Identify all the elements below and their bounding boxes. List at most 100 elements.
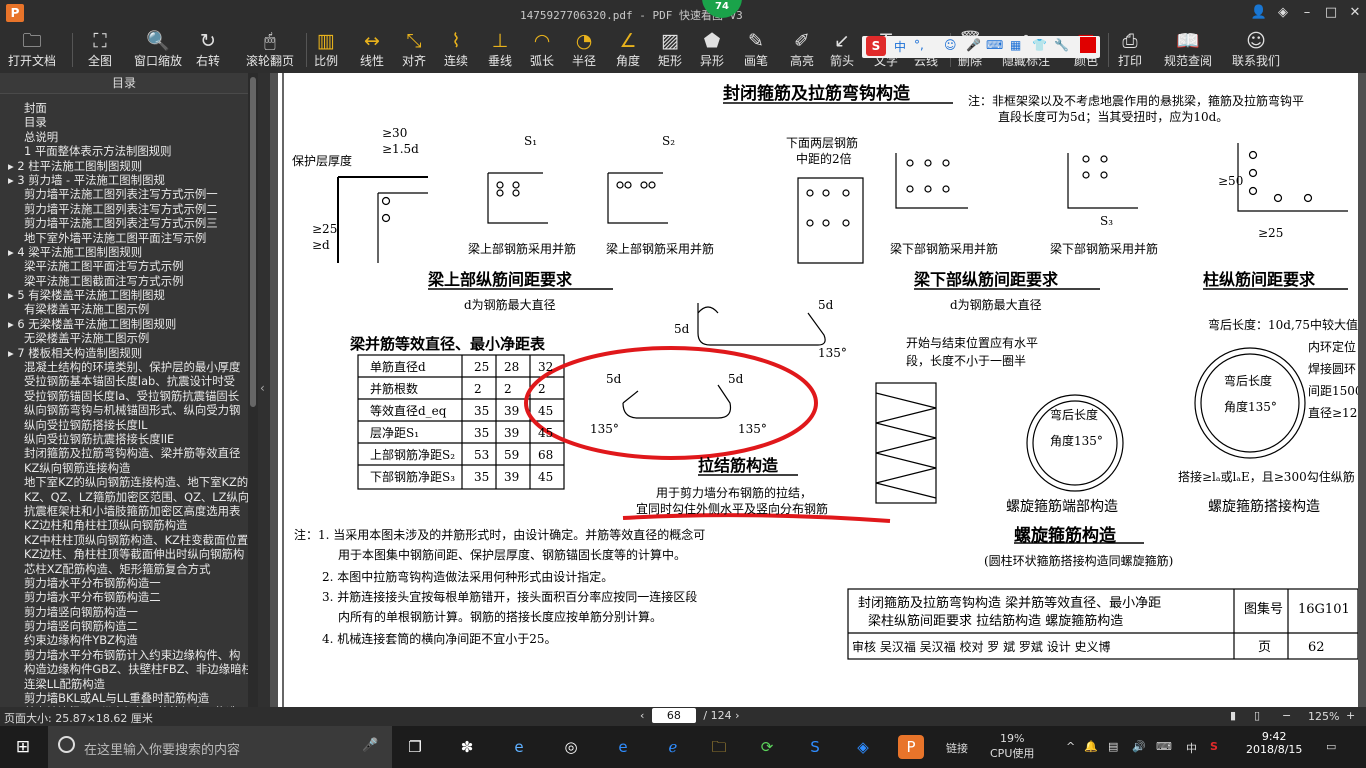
- ie-app-icon[interactable]: ℯ: [660, 735, 686, 759]
- toc-item[interactable]: 剪力墙竖向钢筋构造二: [0, 619, 248, 633]
- next-page-icon[interactable]: ›: [735, 709, 739, 722]
- document-viewport[interactable]: 封闭箍筋及拉筋弯钩构造 注：非框架梁以及不考虑地震作用的悬挑梁，箍筋及拉筋弯钩平…: [270, 73, 1366, 707]
- close-icon[interactable]: ✕: [1346, 4, 1364, 22]
- chevron-left-icon[interactable]: ‹: [260, 381, 265, 395]
- toolbar-button-arc-length[interactable]: ◠ 弧长: [530, 29, 554, 71]
- toc-item[interactable]: 抗震框架柱和小墙肢箍筋加密区高度选用表: [0, 504, 248, 518]
- edge-browser-icon[interactable]: e: [610, 735, 636, 759]
- skin-shirt-icon[interactable]: 👕: [1032, 38, 1047, 52]
- sogou-browser-icon[interactable]: S: [802, 735, 828, 759]
- current-page-input[interactable]: 68: [651, 708, 696, 723]
- toolbar-button-angle[interactable]: ∠ 角度: [616, 29, 640, 71]
- toc-item[interactable]: 约束边缘构件YBZ构造: [0, 633, 248, 647]
- skin-icon[interactable]: ◈: [1274, 4, 1292, 22]
- toolbar-button-rotate-right[interactable]: ↻ 右转: [196, 29, 220, 71]
- user-icon[interactable]: 👤: [1250, 4, 1268, 22]
- toc-item[interactable]: 地下室外墙平法施工图平面注写示例: [0, 231, 248, 245]
- toolbar-button-contact[interactable]: ☺ 联系我们: [1232, 29, 1280, 71]
- toolbar-button-scale[interactable]: ▥ 比例: [314, 29, 338, 71]
- punctuation-icon[interactable]: °,: [914, 38, 924, 52]
- toolbar-button-fullscreen[interactable]: ⛶ 全图: [88, 29, 112, 71]
- task-view-icon[interactable]: ❐: [402, 735, 428, 759]
- maximize-icon[interactable]: □: [1322, 4, 1340, 22]
- toolbar-button-folder[interactable]: 🗀 打开文档: [8, 29, 56, 71]
- keyboard-tray-icon[interactable]: ⌨: [1156, 740, 1172, 753]
- toc-item[interactable]: KZ中柱柱顶纵向钢筋构造、KZ柱变截面位置: [0, 533, 248, 547]
- toolbar-button-arrow[interactable]: ↙ 箭头: [830, 29, 854, 71]
- toc-item[interactable]: ▸ 7 楼板相关构造制图规则: [0, 346, 248, 360]
- ie-browser-icon[interactable]: e: [506, 735, 532, 759]
- cpu-meter[interactable]: 19% CPU使用: [990, 732, 1034, 761]
- toc-item[interactable]: ▸ 3 剪力墙 - 平法施工图制图规: [0, 173, 248, 187]
- keyboard-icon[interactable]: ⌨: [986, 38, 1003, 52]
- toc-item[interactable]: 剪力墙平法施工图列表注写方式示例一: [0, 187, 248, 201]
- double-page-view-icon[interactable]: ▯: [1254, 709, 1260, 722]
- fan-app-icon[interactable]: ✽: [454, 735, 480, 759]
- toolbox-icon[interactable]: ▦: [1010, 38, 1021, 52]
- toolbar-button-pen[interactable]: ✎ 画笔: [744, 29, 768, 71]
- toc-item[interactable]: 梁平法施工图截面注写方式示例: [0, 274, 248, 288]
- zoom-out-icon[interactable]: −: [1282, 709, 1291, 722]
- toc-item[interactable]: 有梁楼盖平法施工图示例: [0, 302, 248, 316]
- toolbar-button-continuous-measure[interactable]: ⌇ 连续: [444, 29, 468, 71]
- toc-item[interactable]: ▸ 4 梁平法施工图制图规则: [0, 245, 248, 259]
- toolbar-button-zoom-window[interactable]: 🔍 窗口缩放: [134, 29, 182, 71]
- toc-item[interactable]: 剪力墙平法施工图列表注写方式示例二: [0, 202, 248, 216]
- color-swatch-icon[interactable]: [1080, 37, 1096, 53]
- chat-app-icon[interactable]: ◈: [850, 735, 876, 759]
- toc-item[interactable]: KZ纵向钢筋连接构造: [0, 461, 248, 475]
- minimize-icon[interactable]: –: [1298, 4, 1316, 22]
- toc-item[interactable]: 剪力墙竖向钢筋构造一: [0, 605, 248, 619]
- link-label[interactable]: 链接: [946, 740, 968, 756]
- toc-item[interactable]: KZ边柱和角柱柱顶纵向钢筋构造: [0, 518, 248, 532]
- volume-icon[interactable]: 🔊: [1132, 740, 1146, 753]
- toc-item[interactable]: 剪力墙水平分布钢筋构造一: [0, 576, 248, 590]
- toc-item[interactable]: 地下室KZ的纵向钢筋连接构造、地下室KZ的: [0, 475, 248, 489]
- zoom-in-icon[interactable]: +: [1346, 709, 1355, 722]
- toc-item[interactable]: 构造边缘构件GBZ、扶壁柱FBZ、非边缘暗柱: [0, 662, 248, 676]
- microphone-icon[interactable]: 🎤: [362, 738, 378, 753]
- toolbar-button-aligned-measure[interactable]: ⤡ 对齐: [402, 29, 426, 71]
- toolbar-button-highlighter[interactable]: ✐ 高亮: [790, 29, 814, 71]
- tray-expand-icon[interactable]: ^: [1066, 740, 1075, 753]
- toc-item[interactable]: ▸ 2 柱平法施工图制图规则: [0, 159, 248, 173]
- prev-page-icon[interactable]: ‹: [640, 709, 644, 722]
- toolbar-button-polygon-area[interactable]: ⬟ 异形: [700, 29, 724, 71]
- ime-mode-label[interactable]: 中: [894, 38, 906, 55]
- taskbar-search[interactable]: 在这里输入你要搜索的内容 🎤: [48, 726, 392, 768]
- network-icon[interactable]: ▤: [1108, 740, 1118, 753]
- scrollbar-thumb[interactable]: [250, 77, 256, 407]
- toc-item[interactable]: 目录: [0, 115, 248, 129]
- 360-browser-icon[interactable]: ◎: [558, 735, 584, 759]
- system-clock[interactable]: 9:42 2018/8/15: [1246, 730, 1302, 756]
- settings-wrench-icon[interactable]: 🔧: [1054, 38, 1069, 52]
- ime-toolbar[interactable]: S 中 °, ☺ 🎤 ⌨ ▦ 👕 🔧: [862, 36, 1100, 58]
- toc-item[interactable]: 剪力墙水平分布钢筋构造二: [0, 590, 248, 604]
- toc-item[interactable]: 剪力墙平法施工图列表注写方式示例三: [0, 216, 248, 230]
- pdf-viewer-taskbar-icon[interactable]: P: [898, 735, 924, 759]
- toc-item[interactable]: 1 平面整体表示方法制图规则: [0, 144, 248, 158]
- toolbar-button-perpendicular[interactable]: ⊥ 垂线: [488, 29, 512, 71]
- toolbar-button-print[interactable]: ⎙ 打印: [1118, 29, 1142, 71]
- toolbar-button-mouse-wheel[interactable]: 🖱 滚轮翻页: [246, 29, 294, 71]
- toc-item[interactable]: KZ、QZ、LZ箍筋加密区范围、QZ、LZ纵向钢: [0, 490, 248, 504]
- voice-icon[interactable]: 🎤: [966, 38, 981, 52]
- emoji-icon[interactable]: ☺: [944, 38, 957, 52]
- toc-item[interactable]: 芯柱XZ配筋构造、矩形箍筋复合方式: [0, 562, 248, 576]
- toc-item[interactable]: 纵向受拉钢筋抗震搭接长度llE: [0, 432, 248, 446]
- toc-item[interactable]: 封面: [0, 101, 248, 115]
- toc-item[interactable]: 封闭箍筋及拉筋弯钩构造、梁并筋等效直径: [0, 446, 248, 460]
- toc-item[interactable]: 无梁楼盖平法施工图示例: [0, 331, 248, 345]
- file-explorer-icon[interactable]: 🗀: [706, 735, 732, 759]
- toolbar-button-rectangle-area[interactable]: ▨ 矩形: [658, 29, 682, 71]
- security-app-icon[interactable]: ⟳: [754, 735, 780, 759]
- toc-item[interactable]: 混凝土结构的环境类别、保护层的最小厚度: [0, 360, 248, 374]
- language-indicator[interactable]: 中: [1186, 740, 1197, 756]
- zoom-level[interactable]: 125%: [1308, 710, 1339, 723]
- toc-item[interactable]: 纵向钢筋弯钩与机械锚固形式、纵向受力钢: [0, 403, 248, 417]
- sogou-tray-icon[interactable]: S: [1210, 740, 1218, 753]
- toc-item[interactable]: KZ边柱、角柱柱顶等截面伸出时纵向钢筋构: [0, 547, 248, 561]
- windows-start-icon[interactable]: ⊞: [10, 735, 36, 759]
- toc-item[interactable]: 梁平法施工图平面注写方式示例: [0, 259, 248, 273]
- toc-item[interactable]: 总说明: [0, 130, 248, 144]
